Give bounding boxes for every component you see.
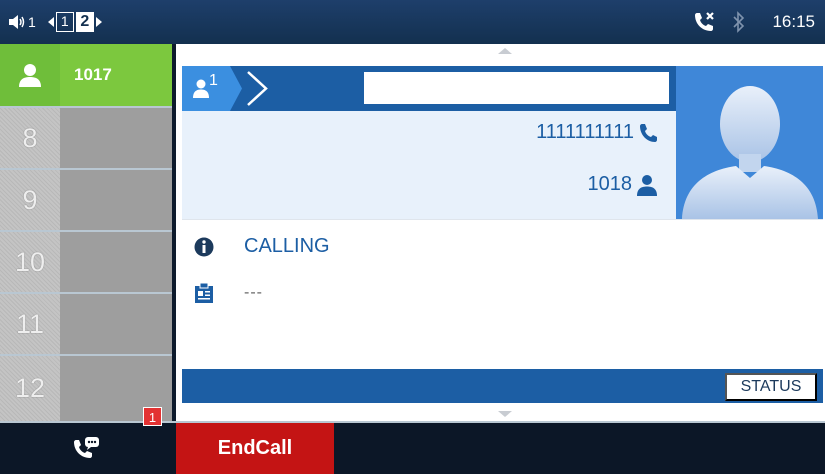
- contact-icon: [0, 44, 60, 106]
- call-note: ---: [244, 284, 263, 301]
- line-key-label-empty: [60, 232, 172, 292]
- missed-call-icon: [695, 12, 715, 31]
- contact-photo: [676, 66, 823, 219]
- line-key-label-empty: [60, 108, 172, 168]
- call-history-icon: [74, 436, 99, 458]
- call-header: 1: [182, 66, 676, 111]
- phone-icon: [640, 123, 657, 142]
- person-icon: [637, 174, 657, 196]
- line-index: 1: [209, 72, 218, 89]
- status-button[interactable]: STATUS: [725, 373, 817, 401]
- line-tag: 1: [182, 66, 242, 111]
- caller-number: 1111111111: [536, 121, 634, 143]
- line-key-1017[interactable]: 1017: [0, 44, 172, 108]
- clipboard-icon: [195, 282, 213, 303]
- call-screen: 1 1111111111 1018 CALLING --- STATUS: [172, 44, 825, 421]
- caller-number-row: 1111111111: [536, 121, 658, 144]
- note-row: ---: [194, 282, 263, 304]
- scroll-down-icon[interactable]: [498, 411, 512, 417]
- volume-icon: [9, 15, 25, 29]
- volume-line-number: 1: [28, 14, 36, 30]
- call-status-area: CALLING ---: [182, 219, 823, 369]
- bottom-bar: 1 EndCall: [0, 407, 825, 474]
- info-icon: [194, 237, 214, 256]
- line-key-number: 12: [0, 356, 60, 421]
- status-bar: 1 1 2 16:15: [0, 0, 825, 44]
- caller-name-field: [364, 72, 669, 104]
- page-2[interactable]: 2: [75, 12, 94, 32]
- page-1[interactable]: 1: [55, 12, 74, 32]
- page-next-icon[interactable]: [95, 17, 102, 27]
- page-prev-icon[interactable]: [47, 17, 54, 27]
- page-indicator[interactable]: 1 2: [47, 12, 102, 32]
- line-key-label-empty: [60, 294, 172, 354]
- person-icon: [193, 79, 209, 98]
- bluetooth-icon: [733, 11, 745, 33]
- line-key-number: 10: [0, 232, 60, 292]
- call-info: 1111111111 1018: [182, 111, 676, 219]
- end-call-button[interactable]: EndCall: [176, 423, 334, 474]
- account-row: 1018: [588, 173, 659, 196]
- status-row: CALLING: [194, 235, 330, 258]
- scroll-up-icon[interactable]: [498, 48, 512, 54]
- chevron-right-icon: [247, 71, 268, 106]
- line-keys-panel: 1017 8 9 10 11 12: [0, 44, 172, 421]
- clock: 16:15: [772, 12, 815, 31]
- avatar-icon: [682, 86, 818, 219]
- line-key-11[interactable]: 11: [0, 294, 172, 356]
- line-key-label: 1017: [60, 44, 172, 106]
- line-key-number: 8: [0, 108, 60, 168]
- softkey-bar: STATUS: [182, 369, 823, 403]
- call-state: CALLING: [244, 235, 330, 257]
- call-history-button[interactable]: 1: [0, 407, 172, 474]
- line-key-8[interactable]: 8: [0, 108, 172, 170]
- account-number: 1018: [587, 173, 633, 195]
- volume-indicator: 1: [8, 14, 36, 30]
- missed-count-badge: 1: [143, 407, 162, 426]
- line-key-number: 9: [0, 170, 60, 230]
- line-key-label-empty: [60, 170, 172, 230]
- line-key-number: 11: [0, 294, 60, 354]
- line-key-10[interactable]: 10: [0, 232, 172, 294]
- line-key-9[interactable]: 9: [0, 170, 172, 232]
